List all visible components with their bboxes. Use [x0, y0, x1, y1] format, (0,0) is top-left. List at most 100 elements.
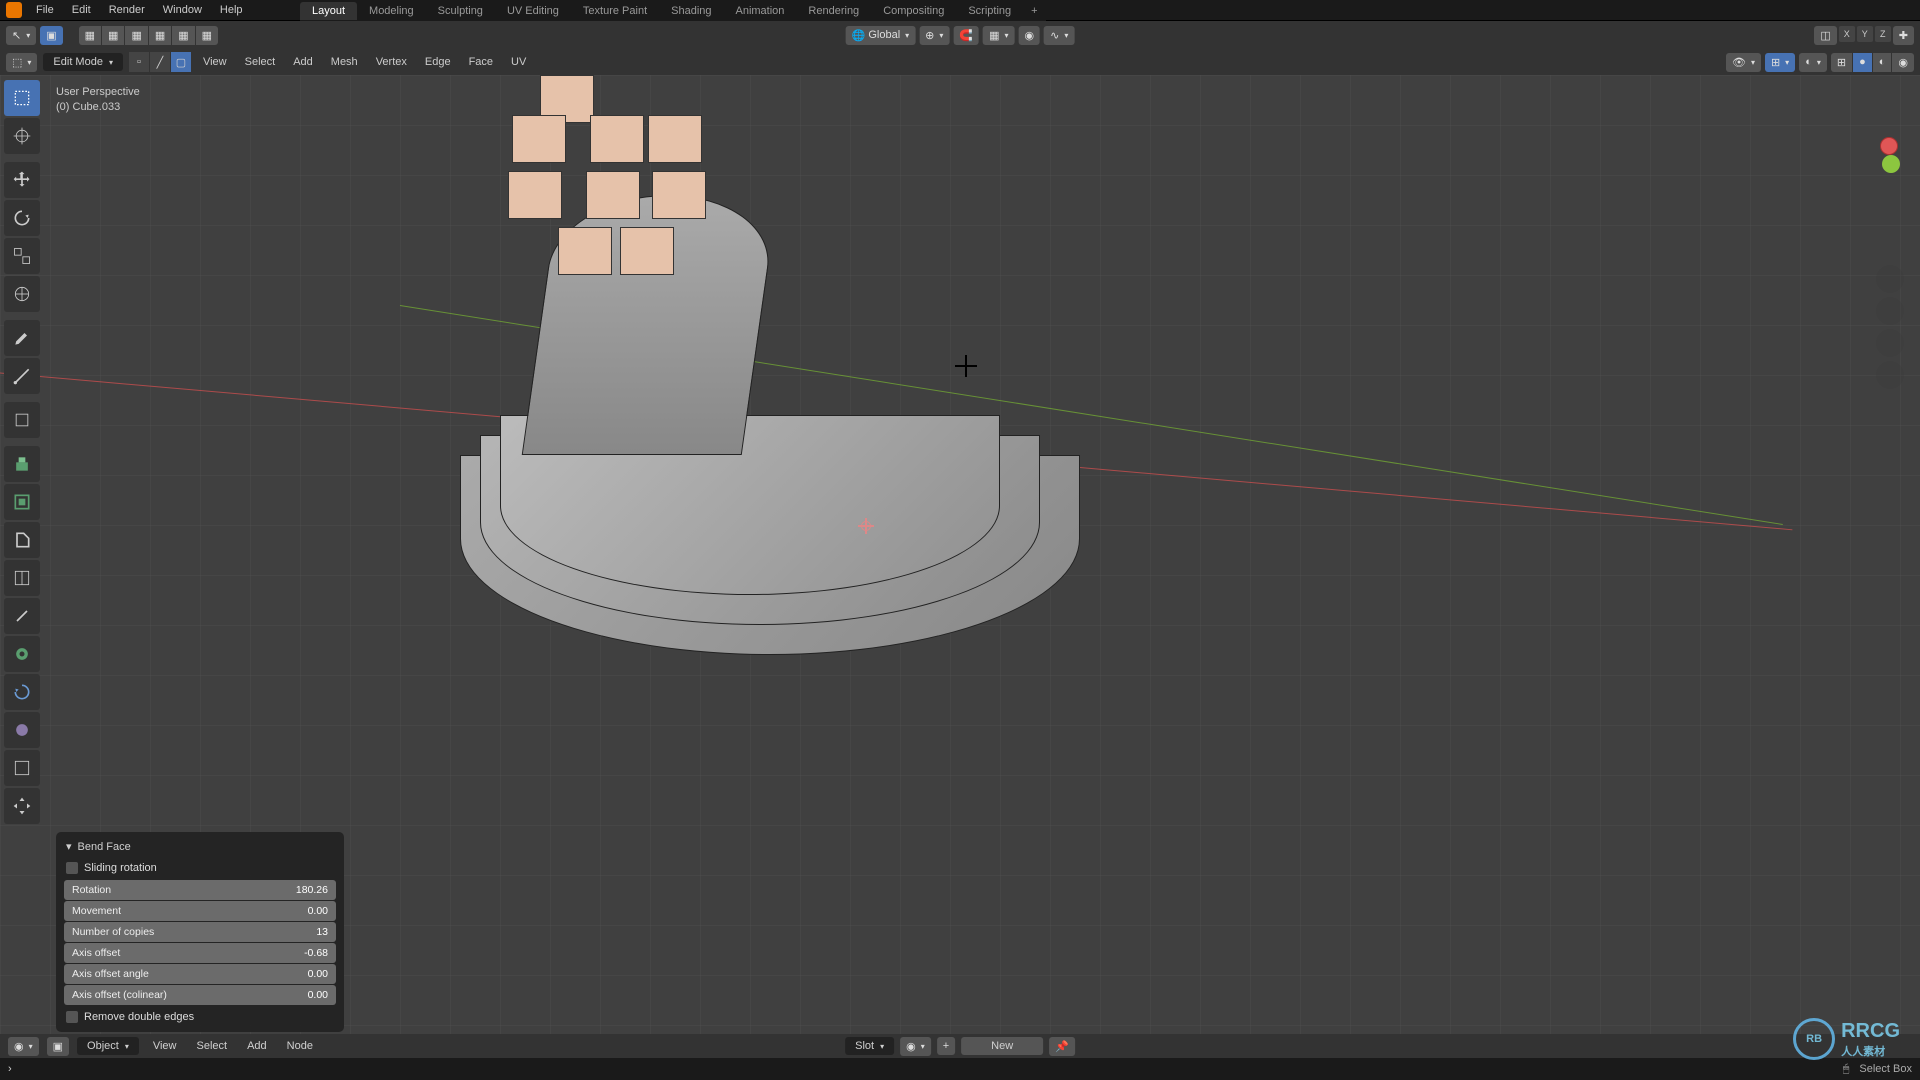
- auto-merge-btn[interactable]: ✚: [1893, 26, 1914, 45]
- menu-view[interactable]: View: [197, 54, 233, 70]
- tab-add-button[interactable]: +: [1023, 3, 1045, 19]
- pan-btn[interactable]: [1876, 297, 1904, 325]
- op-rotation-field[interactable]: Rotation 180.26: [64, 880, 336, 900]
- annotate-tool[interactable]: [4, 320, 40, 356]
- overlay-toggle[interactable]: ⊞▾: [1765, 53, 1795, 72]
- menu-face[interactable]: Face: [463, 54, 499, 70]
- mirror-btn[interactable]: ◫: [1814, 26, 1836, 45]
- tab-rendering[interactable]: Rendering: [796, 2, 871, 20]
- op-axis-colinear-field[interactable]: Axis offset (colinear) 0.00: [64, 985, 336, 1005]
- tab-scripting[interactable]: Scripting: [956, 2, 1023, 20]
- menu-select[interactable]: Select: [239, 54, 282, 70]
- proportional-toggle[interactable]: ◉: [1019, 26, 1041, 45]
- shading-matprev[interactable]: ◐: [1873, 53, 1892, 72]
- material-add-btn[interactable]: +: [937, 1037, 955, 1055]
- op-axis-angle-field[interactable]: Axis offset angle 0.00: [64, 964, 336, 984]
- edge-select-btn[interactable]: ╱: [150, 52, 170, 72]
- persp-btn[interactable]: [1876, 361, 1904, 389]
- node-menu-select[interactable]: Select: [191, 1038, 234, 1054]
- select-tool-btn[interactable]: ▣: [40, 26, 62, 45]
- camera-btn[interactable]: [1876, 329, 1904, 357]
- vertex-select-btn[interactable]: ▫: [129, 52, 149, 72]
- axis-z-btn[interactable]: Z: [1875, 26, 1891, 42]
- gizmo-y-icon[interactable]: [1882, 155, 1900, 173]
- tab-modeling[interactable]: Modeling: [357, 2, 426, 20]
- menu-help[interactable]: Help: [212, 2, 251, 18]
- cursor-tool-dropdown[interactable]: ↖▾: [6, 26, 36, 45]
- tab-texture-paint[interactable]: Texture Paint: [571, 2, 659, 20]
- axis-x-btn[interactable]: X: [1839, 26, 1855, 42]
- checkbox-icon[interactable]: [66, 1011, 78, 1023]
- bevel-tool[interactable]: [4, 522, 40, 558]
- tab-shading[interactable]: Shading: [659, 2, 723, 20]
- op-axis-offset-field[interactable]: Axis offset -0.68: [64, 943, 336, 963]
- object-dropdown[interactable]: Object▾: [77, 1037, 139, 1055]
- axis-y-btn[interactable]: Y: [1857, 26, 1873, 42]
- tab-animation[interactable]: Animation: [724, 2, 797, 20]
- transform-tool[interactable]: [4, 276, 40, 312]
- zoom-btn[interactable]: [1876, 265, 1904, 293]
- tab-uv-editing[interactable]: UV Editing: [495, 2, 571, 20]
- material-browse-btn[interactable]: ◉▾: [900, 1037, 931, 1056]
- shading-solid[interactable]: ●: [1853, 53, 1872, 72]
- xray-toggle[interactable]: ◐▾: [1799, 53, 1827, 72]
- menu-edge[interactable]: Edge: [419, 54, 457, 70]
- editor-type-btn[interactable]: ⬚▾: [6, 53, 37, 72]
- app-logo-icon[interactable]: [6, 2, 22, 18]
- node-menu-view[interactable]: View: [147, 1038, 183, 1054]
- scale-tool[interactable]: [4, 238, 40, 274]
- pin-btn[interactable]: 📌: [1049, 1037, 1075, 1056]
- nav-gizmo[interactable]: [1812, 107, 1902, 197]
- tab-compositing[interactable]: Compositing: [871, 2, 956, 20]
- menu-add[interactable]: Add: [287, 54, 319, 70]
- loopcut-tool[interactable]: [4, 560, 40, 596]
- snap-btn-6[interactable]: ▦: [196, 26, 218, 45]
- shrink-tool[interactable]: [4, 788, 40, 824]
- menu-render[interactable]: Render: [101, 2, 153, 18]
- node-menu-add[interactable]: Add: [241, 1038, 273, 1054]
- editor-type-node-btn[interactable]: ◉▾: [8, 1037, 39, 1056]
- snap-btn-3[interactable]: ▦: [125, 26, 147, 45]
- op-copies-field[interactable]: Number of copies 13: [64, 922, 336, 942]
- polybuild-tool[interactable]: [4, 636, 40, 672]
- use-nodes-btn[interactable]: ▣: [47, 1037, 69, 1056]
- menu-window[interactable]: Window: [155, 2, 210, 18]
- snap-btn-2[interactable]: ▦: [102, 26, 124, 45]
- shading-wireframe[interactable]: ⊞: [1831, 53, 1852, 72]
- cursor-tool[interactable]: [4, 118, 40, 154]
- new-material-button[interactable]: New: [961, 1037, 1043, 1055]
- orientation-dropdown[interactable]: 🌐 Global▾: [846, 26, 916, 45]
- edge-slide-tool[interactable]: [4, 750, 40, 786]
- inset-tool[interactable]: [4, 484, 40, 520]
- op-sliding-rotation[interactable]: Sliding rotation: [56, 857, 344, 879]
- move-tool[interactable]: [4, 162, 40, 198]
- menu-mesh[interactable]: Mesh: [325, 54, 364, 70]
- operator-header[interactable]: ▾ Bend Face: [56, 836, 344, 857]
- extrude-tool[interactable]: [4, 446, 40, 482]
- 3d-viewport[interactable]: User Perspective (0) Cube.033 ▾: [0, 75, 1920, 1036]
- rotate-tool[interactable]: [4, 200, 40, 236]
- tab-sculpting[interactable]: Sculpting: [426, 2, 495, 20]
- select-box-tool[interactable]: [4, 80, 40, 116]
- snap-btn-5[interactable]: ▦: [172, 26, 194, 45]
- pivot-dropdown[interactable]: ⊕▾: [919, 26, 949, 45]
- smooth-tool[interactable]: [4, 712, 40, 748]
- knife-tool[interactable]: [4, 598, 40, 634]
- menu-uv[interactable]: UV: [505, 54, 532, 70]
- snap-btn-1[interactable]: ▦: [79, 26, 101, 45]
- measure-tool[interactable]: [4, 358, 40, 394]
- op-remove-double[interactable]: Remove double edges: [56, 1006, 344, 1028]
- tab-layout[interactable]: Layout: [300, 2, 357, 20]
- snap-btn-4[interactable]: ▦: [149, 26, 171, 45]
- checkbox-icon[interactable]: [66, 862, 78, 874]
- menu-edit[interactable]: Edit: [64, 2, 99, 18]
- mesh-display-dropdown[interactable]: 👁▾: [1726, 53, 1761, 72]
- gizmo-x-icon[interactable]: [1880, 137, 1898, 155]
- snap-toggle[interactable]: 🧲: [953, 26, 979, 45]
- slot-dropdown[interactable]: Slot▾: [845, 1037, 894, 1055]
- snap-type-dropdown[interactable]: ▦▾: [983, 26, 1014, 45]
- shading-rendered[interactable]: ◉: [1892, 53, 1914, 72]
- face-select-btn[interactable]: ▢: [171, 52, 191, 72]
- spin-tool[interactable]: [4, 674, 40, 710]
- menu-vertex[interactable]: Vertex: [370, 54, 413, 70]
